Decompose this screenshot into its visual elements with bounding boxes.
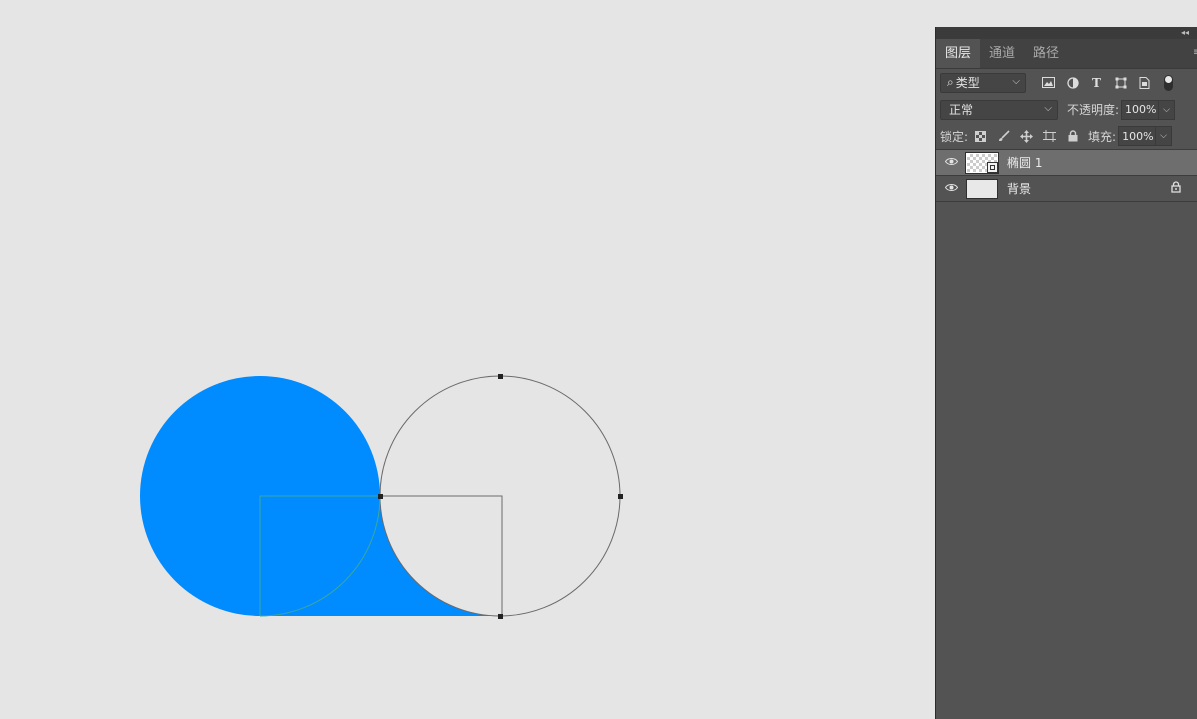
panel-menu-icon[interactable]: ≡ [1193,47,1197,59]
document-canvas[interactable] [0,0,935,719]
panel-top-bar[interactable]: ◂◂ [936,27,1197,39]
filter-icons: T [1040,74,1173,91]
filter-kind-select[interactable]: ⌕ 类型 ⌵ [940,72,1026,93]
canvas-artwork[interactable] [0,0,935,719]
eye-icon[interactable] [936,181,966,196]
filter-kind-label: 类型 [955,76,980,90]
tab-paths[interactable]: 路径 [1024,39,1068,68]
type-filter-icon[interactable]: T [1088,74,1105,91]
layer-row[interactable]: 背景 [936,176,1197,202]
layer-name[interactable]: 椭圆 1 [1007,154,1042,171]
anchor-point-bottom[interactable] [498,614,503,619]
shape-layer-badge-icon [987,161,998,173]
layer-thumbnail[interactable] [965,151,999,174]
blend-mode-label: 正常 [949,103,974,117]
anchor-point-left[interactable] [378,494,383,499]
lock-artboard-icon[interactable] [1041,128,1058,145]
collapse-panel-icon[interactable]: ◂◂ [1181,27,1189,39]
eye-icon[interactable] [936,155,966,170]
layer-filter-row: ⌕ 类型 ⌵ T [936,69,1197,96]
fill-label: 填充: [1088,129,1117,144]
blend-mode-select[interactable]: 正常 ⌵ [940,99,1058,120]
lock-label: 锁定: [940,129,969,144]
fill-dropdown-button[interactable]: ⌵ [1156,126,1173,146]
tab-layers[interactable]: 图层 [936,39,981,68]
layers-panel: ◂◂ 图层 通道 路径 ≡ ⌕ 类型 ⌵ T [935,27,1197,719]
chevron-down-icon: ⌵ [1044,102,1052,114]
lock-move-icon[interactable] [1018,128,1035,145]
panel-tab-bar: 图层 通道 路径 ≡ [936,39,1197,69]
chevron-down-icon: ⌵ [1012,75,1020,87]
opacity-dropdown-button[interactable]: ⌵ [1159,99,1176,120]
shape-filter-icon[interactable] [1112,74,1129,91]
opacity-label: 不透明度: [1067,103,1120,117]
search-icon: ⌕ [947,75,954,89]
layer-row[interactable]: 椭圆 1 [936,150,1197,176]
filter-toggle-switch[interactable] [1164,74,1173,91]
lock-icon[interactable] [1171,181,1181,196]
adjustment-filter-icon[interactable] [1064,74,1081,91]
lock-brush-icon[interactable] [995,128,1012,145]
layer-name[interactable]: 背景 [1007,180,1031,197]
tab-channels[interactable]: 通道 [980,39,1024,68]
anchor-point-top[interactable] [498,374,503,379]
lock-all-icon[interactable] [1064,128,1081,145]
layer-thumbnail[interactable] [966,178,998,199]
lock-transparency-icon[interactable] [972,128,989,145]
layers-list: 椭圆 1 背景 [936,150,1197,202]
lock-icons [972,128,1081,145]
lock-row: 锁定: 填充: 100% ⌵ [936,123,1197,150]
smart-object-filter-icon[interactable] [1136,74,1153,91]
fill-input[interactable]: 100% [1118,126,1157,146]
blend-row: 正常 ⌵ 不透明度: 100% ⌵ [936,96,1197,123]
anchor-point-right[interactable] [618,494,623,499]
image-filter-icon[interactable] [1040,74,1057,91]
opacity-input[interactable]: 100% [1121,99,1160,120]
